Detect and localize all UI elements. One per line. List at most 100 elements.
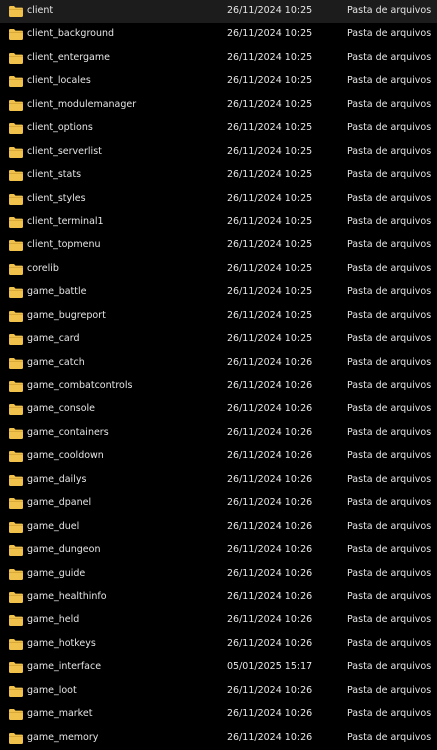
file-row[interactable]: game_dailys 26/11/2024 10:26 Pasta de arqu… xyxy=(0,469,437,492)
folder-icon xyxy=(9,170,23,182)
folder-icon xyxy=(9,709,23,721)
file-type: Pasta de arquivos xyxy=(347,286,432,298)
file-name: game_dailys xyxy=(27,473,87,485)
folder-icon xyxy=(9,474,23,486)
folder-icon xyxy=(9,545,23,557)
file-type: Pasta de arquivos xyxy=(347,75,432,87)
file-row[interactable]: game_guide 26/11/2024 10:26 Pasta de arqui… xyxy=(0,563,437,586)
file-type: Pasta de arquivos xyxy=(347,122,432,134)
file-row[interactable]: game_duel 26/11/2024 10:26 Pasta de arquiv… xyxy=(0,516,437,539)
file-row[interactable]: game_dpanel 26/11/2024 10:26 Pasta de arqu… xyxy=(0,492,437,515)
file-row[interactable]: client_stats 26/11/2024 10:25 Pasta de arq… xyxy=(0,164,437,187)
file-type: Pasta de arquivos xyxy=(347,497,432,509)
file-row[interactable]: game_hotkeys 26/11/2024 10:26 Pasta de arq… xyxy=(0,633,437,656)
date-modified: 26/11/2024 10:26 xyxy=(227,426,313,438)
date-modified: 26/11/2024 10:25 xyxy=(227,51,313,63)
folder-icon xyxy=(9,427,23,439)
file-row[interactable]: game_combatcontrols 26/11/2024 10:26 Pasta… xyxy=(0,375,437,398)
file-row[interactable]: game_containers 26/11/2024 10:26 Pasta de … xyxy=(0,422,437,445)
file-type: Pasta de arquivos xyxy=(347,5,432,16)
file-type: Pasta de arquivos xyxy=(347,614,432,626)
file-row[interactable]: game_held 26/11/2024 10:26 Pasta de arquiv… xyxy=(0,609,437,632)
folder-icon xyxy=(9,52,23,64)
file-name: game_loot xyxy=(27,684,77,696)
file-row[interactable]: client_styles 26/11/2024 10:25 Pasta de ar… xyxy=(0,188,437,211)
date-modified: 26/11/2024 10:26 xyxy=(227,356,313,368)
file-row[interactable]: game_market 26/11/2024 10:26 Pasta de arqu… xyxy=(0,703,437,726)
file-name: client_options xyxy=(27,122,93,134)
date-modified: 26/11/2024 10:26 xyxy=(227,380,313,391)
file-row[interactable]: client_entergame 26/11/2024 10:25 Pasta de… xyxy=(0,47,437,70)
file-row[interactable]: client 26/11/2024 10:25 Pasta de arquivos xyxy=(0,0,437,24)
date-modified: 26/11/2024 10:26 xyxy=(227,614,313,626)
file-name: game_cooldown xyxy=(27,450,104,462)
file-name: game_healthinfo xyxy=(27,590,107,602)
file-name: game_catch xyxy=(27,356,85,368)
file-row[interactable]: game_dungeon 26/11/2024 10:26 Pasta de arq… xyxy=(0,539,437,562)
file-name: game_bugreport xyxy=(27,309,106,321)
date-modified: 26/11/2024 10:25 xyxy=(227,215,313,227)
file-type: Pasta de arquivos xyxy=(347,708,432,720)
file-row[interactable]: game_console 26/11/2024 10:26 Pasta de arq… xyxy=(0,398,437,421)
file-type: Pasta de arquivos xyxy=(347,473,432,485)
file-type: Pasta de arquivos xyxy=(347,215,432,227)
file-name: client_background xyxy=(27,28,115,40)
file-row[interactable]: game_bugreport 26/11/2024 10:25 Pasta de a… xyxy=(0,305,437,328)
file-name: game_combatcontrols xyxy=(27,380,133,391)
file-name: game_hotkeys xyxy=(27,637,96,649)
file-row[interactable]: client_locales 26/11/2024 10:25 Pasta de a… xyxy=(0,70,437,93)
date-modified: 26/11/2024 10:25 xyxy=(227,262,313,274)
date-modified: 26/11/2024 10:25 xyxy=(227,145,313,157)
folder-icon xyxy=(9,732,23,744)
folder-icon xyxy=(9,357,23,369)
file-type: Pasta de arquivos xyxy=(347,169,432,181)
file-type: Pasta de arquivos xyxy=(347,380,432,391)
file-type: Pasta de arquivos xyxy=(347,520,432,532)
file-row[interactable]: client_modulemanager 26/11/2024 10:25 Past… xyxy=(0,94,437,117)
file-type: Pasta de arquivos xyxy=(347,192,432,204)
file-name: client_locales xyxy=(27,75,91,87)
file-row[interactable]: game_card 26/11/2024 10:25 Pasta de arquiv… xyxy=(0,328,437,351)
file-name: game_guide xyxy=(27,567,86,579)
file-name: client xyxy=(27,5,54,16)
file-name: game_card xyxy=(27,333,80,345)
date-modified: 26/11/2024 10:26 xyxy=(227,731,313,743)
folder-icon xyxy=(9,615,23,627)
date-modified: 26/11/2024 10:25 xyxy=(227,309,313,321)
file-type: Pasta de arquivos xyxy=(347,98,432,110)
file-row[interactable]: client_topmenu 26/11/2024 10:25 Pasta de a… xyxy=(0,234,437,257)
file-type: Pasta de arquivos xyxy=(347,51,432,63)
date-modified: 26/11/2024 10:25 xyxy=(227,192,313,204)
file-row[interactable]: game_battle 26/11/2024 10:25 Pasta de arqu… xyxy=(0,281,437,304)
folder-icon xyxy=(9,287,23,299)
folder-icon xyxy=(9,76,23,88)
folder-icon xyxy=(9,381,23,392)
file-row[interactable]: client_background 26/11/2024 10:25 Pasta d… xyxy=(0,23,437,46)
file-row[interactable]: game_memory 26/11/2024 10:26 Pasta de arqu… xyxy=(0,727,437,750)
file-name: client_entergame xyxy=(27,51,110,63)
file-row[interactable]: game_loot 26/11/2024 10:26 Pasta de arquiv… xyxy=(0,680,437,703)
file-name: client_modulemanager xyxy=(27,98,137,110)
folder-icon xyxy=(9,146,23,158)
file-type: Pasta de arquivos xyxy=(347,450,432,462)
folder-icon xyxy=(9,310,23,322)
file-name: game_market xyxy=(27,708,93,720)
file-row[interactable]: client_terminal1 26/11/2024 10:25 Pasta de… xyxy=(0,211,437,234)
file-row[interactable]: client_serverlist 26/11/2024 10:25 Pasta d… xyxy=(0,141,437,164)
file-row[interactable]: game_interface 05/01/2025 15:17 Pasta de a… xyxy=(0,656,437,679)
date-modified: 26/11/2024 10:26 xyxy=(227,520,313,532)
file-type: Pasta de arquivos xyxy=(347,684,432,696)
folder-icon xyxy=(9,216,23,228)
file-name: corelib xyxy=(27,262,59,274)
file-name: game_dpanel xyxy=(27,497,92,509)
file-row[interactable]: game_catch 26/11/2024 10:26 Pasta de arqui… xyxy=(0,352,437,375)
file-type: Pasta de arquivos xyxy=(347,145,432,157)
file-row[interactable]: corelib 26/11/2024 10:25 Pasta de arquivos xyxy=(0,258,437,281)
file-type: Pasta de arquivos xyxy=(347,262,432,274)
file-row[interactable]: game_cooldown 26/11/2024 10:26 Pasta de ar… xyxy=(0,445,437,468)
file-name: game_interface xyxy=(27,661,102,673)
file-row[interactable]: game_healthinfo 26/11/2024 10:26 Pasta de … xyxy=(0,586,437,609)
date-modified: 26/11/2024 10:26 xyxy=(227,403,313,415)
file-row[interactable]: client_options 26/11/2024 10:25 Pasta de a… xyxy=(0,117,437,140)
date-modified: 26/11/2024 10:25 xyxy=(227,98,313,110)
